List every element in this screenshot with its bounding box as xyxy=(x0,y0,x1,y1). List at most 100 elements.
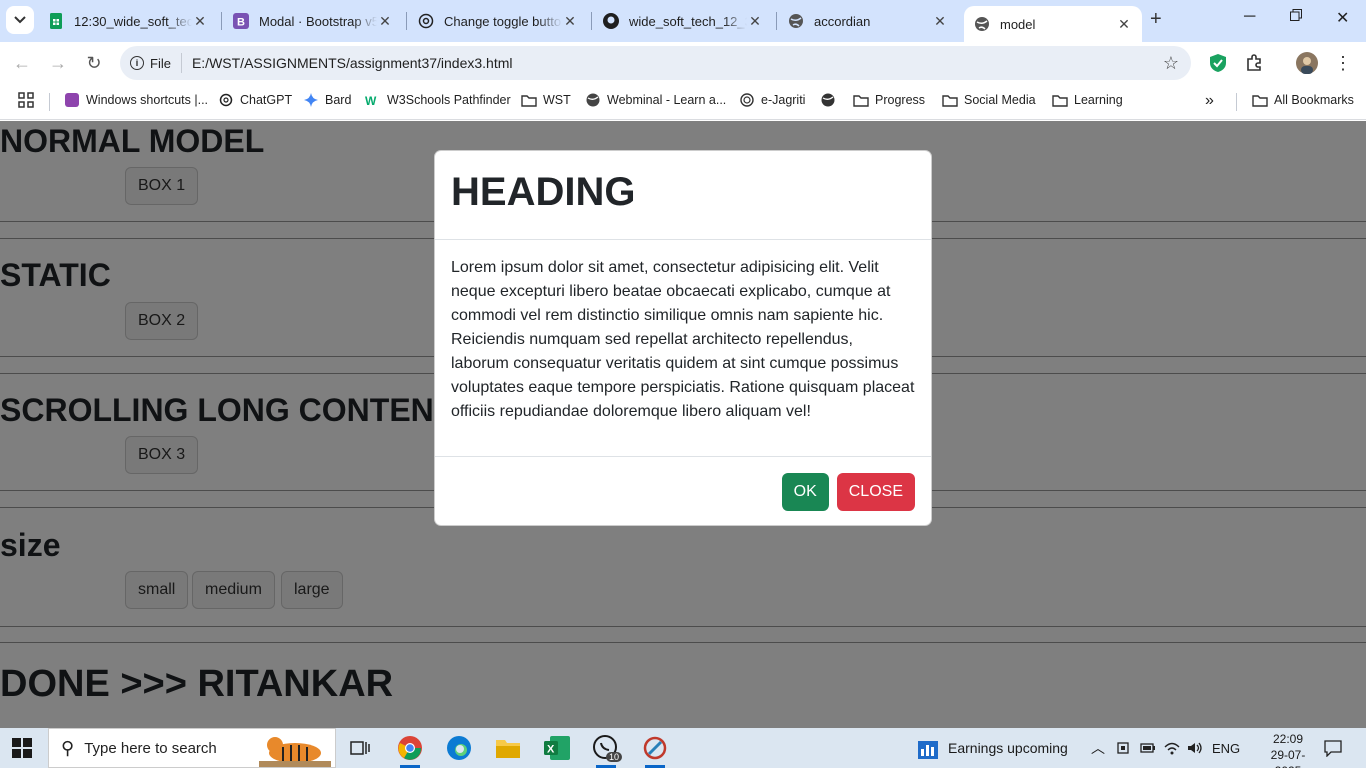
chevron-double-right-icon[interactable]: » xyxy=(1205,92,1214,110)
tab-title: 12:30_wide_soft_tech xyxy=(74,13,192,29)
globe-icon xyxy=(974,16,990,32)
restore-icon[interactable] xyxy=(1290,8,1302,26)
meet-now-icon[interactable] xyxy=(1116,728,1130,768)
close-icon[interactable]: ✕ xyxy=(1116,16,1132,33)
forward-arrow-icon[interactable]: → xyxy=(45,50,71,76)
news-text: Earnings upcoming xyxy=(948,740,1068,756)
bookmark-folder-progress[interactable]: Progress xyxy=(853,92,925,108)
info-icon: i xyxy=(130,56,144,70)
whatsapp-icon[interactable]: 10 xyxy=(586,732,626,768)
language-indicator[interactable]: ENG xyxy=(1212,728,1240,768)
wifi-icon[interactable] xyxy=(1164,728,1180,768)
bookmark-e-jagriti[interactable]: e-Jagriti xyxy=(739,92,805,108)
bookmark-bard[interactable]: Bard xyxy=(303,92,351,108)
bookmark-webminal[interactable]: Webminal - Learn a... xyxy=(585,92,726,108)
bookmark-label: W3Schools Pathfinder xyxy=(387,93,511,107)
excel-icon[interactable]: X xyxy=(537,732,577,764)
site-info-chip[interactable]: i File xyxy=(130,53,182,73)
bookmark-w3schools[interactable]: W W3Schools Pathfinder xyxy=(365,92,511,108)
tab-accordian[interactable]: accordian ✕ xyxy=(778,6,958,36)
windows-start-icon[interactable] xyxy=(12,738,32,758)
shield-extension-icon[interactable] xyxy=(1206,51,1230,75)
tray-chevron-up-icon[interactable]: ︿ xyxy=(1091,728,1105,768)
bootstrap-icon: B xyxy=(233,13,249,29)
close-icon[interactable]: ✕ xyxy=(192,13,208,30)
bookmark-folder-wst[interactable]: WST xyxy=(521,92,571,108)
window-close-icon[interactable]: ✕ xyxy=(1336,8,1349,28)
folder-icon xyxy=(942,92,958,108)
tab-title: Modal · Bootstrap v5. xyxy=(259,13,377,29)
folder-icon xyxy=(853,92,869,108)
e-jagriti-icon xyxy=(739,92,755,108)
bookmark-star-icon[interactable]: ☆ xyxy=(1163,53,1179,74)
tab-bootstrap[interactable]: B Modal · Bootstrap v5. ✕ xyxy=(223,6,403,36)
github-icon xyxy=(603,13,619,29)
tab-strip: 12:30_wide_soft_tech ✕ B Modal · Bootstr… xyxy=(0,0,1366,42)
extensions-puzzle-icon[interactable] xyxy=(1242,51,1266,75)
news-chart-icon xyxy=(918,741,938,759)
bookmark-label: Windows shortcuts |... xyxy=(86,93,209,107)
volume-icon[interactable] xyxy=(1187,728,1203,768)
news-widget[interactable]: Earnings upcoming xyxy=(918,728,1068,768)
url-text[interactable]: E:/WST/ASSIGNMENTS/assignment37/index3.h… xyxy=(192,55,513,71)
modal-footer: OK CLOSE xyxy=(435,456,931,526)
profile-avatar[interactable] xyxy=(1295,51,1319,75)
clock-time: 22:09 xyxy=(1272,732,1304,746)
search-placeholder: Type here to search xyxy=(84,739,217,757)
bookmark-label: ChatGPT xyxy=(240,93,293,107)
close-button[interactable]: CLOSE xyxy=(836,472,915,511)
all-bookmarks[interactable]: All Bookmarks xyxy=(1252,92,1354,108)
paint-app-icon[interactable] xyxy=(635,732,675,768)
tab-github[interactable]: wide_soft_tech_12_30 ✕ xyxy=(593,6,773,36)
tab-separator xyxy=(221,12,222,30)
windows-taskbar: ⚲ Type here to search X 10 Earnings upco… xyxy=(0,728,1366,768)
close-icon[interactable]: ✕ xyxy=(747,13,763,30)
bookmark-folder-social-media[interactable]: Social Media xyxy=(942,92,1036,108)
notifications-icon[interactable] xyxy=(1324,728,1342,768)
tab-sheets[interactable]: 12:30_wide_soft_tech ✕ xyxy=(38,6,218,36)
modal-body: Lorem ipsum dolor sit amet, consectetur … xyxy=(451,259,915,420)
taskbar-clock[interactable]: 22:09 29-07-2025 xyxy=(1258,731,1318,768)
tab-model[interactable]: model ✕ xyxy=(964,6,1142,42)
globe-icon xyxy=(820,92,836,108)
bookmark-folder-learning[interactable]: Learning xyxy=(1052,92,1123,108)
ok-button[interactable]: OK xyxy=(781,472,829,511)
address-bar[interactable]: i File E:/WST/ASSIGNMENTS/assignment37/i… xyxy=(120,46,1191,80)
bookmark-globe[interactable] xyxy=(820,92,842,108)
close-icon[interactable]: ✕ xyxy=(562,13,578,30)
globe-icon xyxy=(788,13,804,29)
apps-grid-icon[interactable] xyxy=(18,92,34,108)
tab-chatgpt[interactable]: Change toggle button ✕ xyxy=(408,6,588,36)
chrome-icon[interactable] xyxy=(390,732,430,768)
new-tab-icon[interactable]: + xyxy=(1150,8,1162,31)
minimize-icon[interactable]: ─ xyxy=(1244,8,1255,26)
back-arrow-icon[interactable]: ← xyxy=(9,50,35,76)
folder-icon xyxy=(1252,92,1268,108)
site-info-label: File xyxy=(150,55,171,71)
tab-title: Change toggle button xyxy=(444,13,562,29)
file-explorer-icon[interactable] xyxy=(488,732,528,764)
close-icon[interactable]: ✕ xyxy=(377,13,393,30)
close-icon[interactable]: ✕ xyxy=(932,13,948,30)
reload-icon[interactable]: ↻ xyxy=(81,50,107,76)
chatgpt-icon xyxy=(218,92,234,108)
tab-separator xyxy=(406,12,407,30)
battery-icon[interactable] xyxy=(1140,728,1156,768)
bookmark-chatgpt[interactable]: ChatGPT xyxy=(218,92,292,108)
google-sheets-icon xyxy=(48,13,64,29)
w3schools-icon: W xyxy=(365,92,381,108)
task-view-icon[interactable] xyxy=(340,732,380,764)
tab-search-button[interactable] xyxy=(6,6,34,34)
bookmark-label: Progress xyxy=(875,93,926,107)
notification-badge: 10 xyxy=(605,752,622,762)
clock-date: 29-07-2025 xyxy=(1270,748,1306,768)
taskbar-search[interactable]: ⚲ Type here to search xyxy=(48,728,336,768)
more-menu-icon[interactable]: ⋮ xyxy=(1331,51,1355,75)
edge-icon[interactable] xyxy=(439,732,479,764)
all-bookmarks-label: All Bookmarks xyxy=(1274,93,1354,107)
tab-title: wide_soft_tech_12_30 xyxy=(629,13,747,29)
bookmark-label: Social Media xyxy=(964,93,1036,107)
svg-text:X: X xyxy=(547,744,555,756)
tab-separator xyxy=(776,12,777,30)
bookmark-windows-shortcuts[interactable]: Windows shortcuts |... xyxy=(64,92,208,108)
